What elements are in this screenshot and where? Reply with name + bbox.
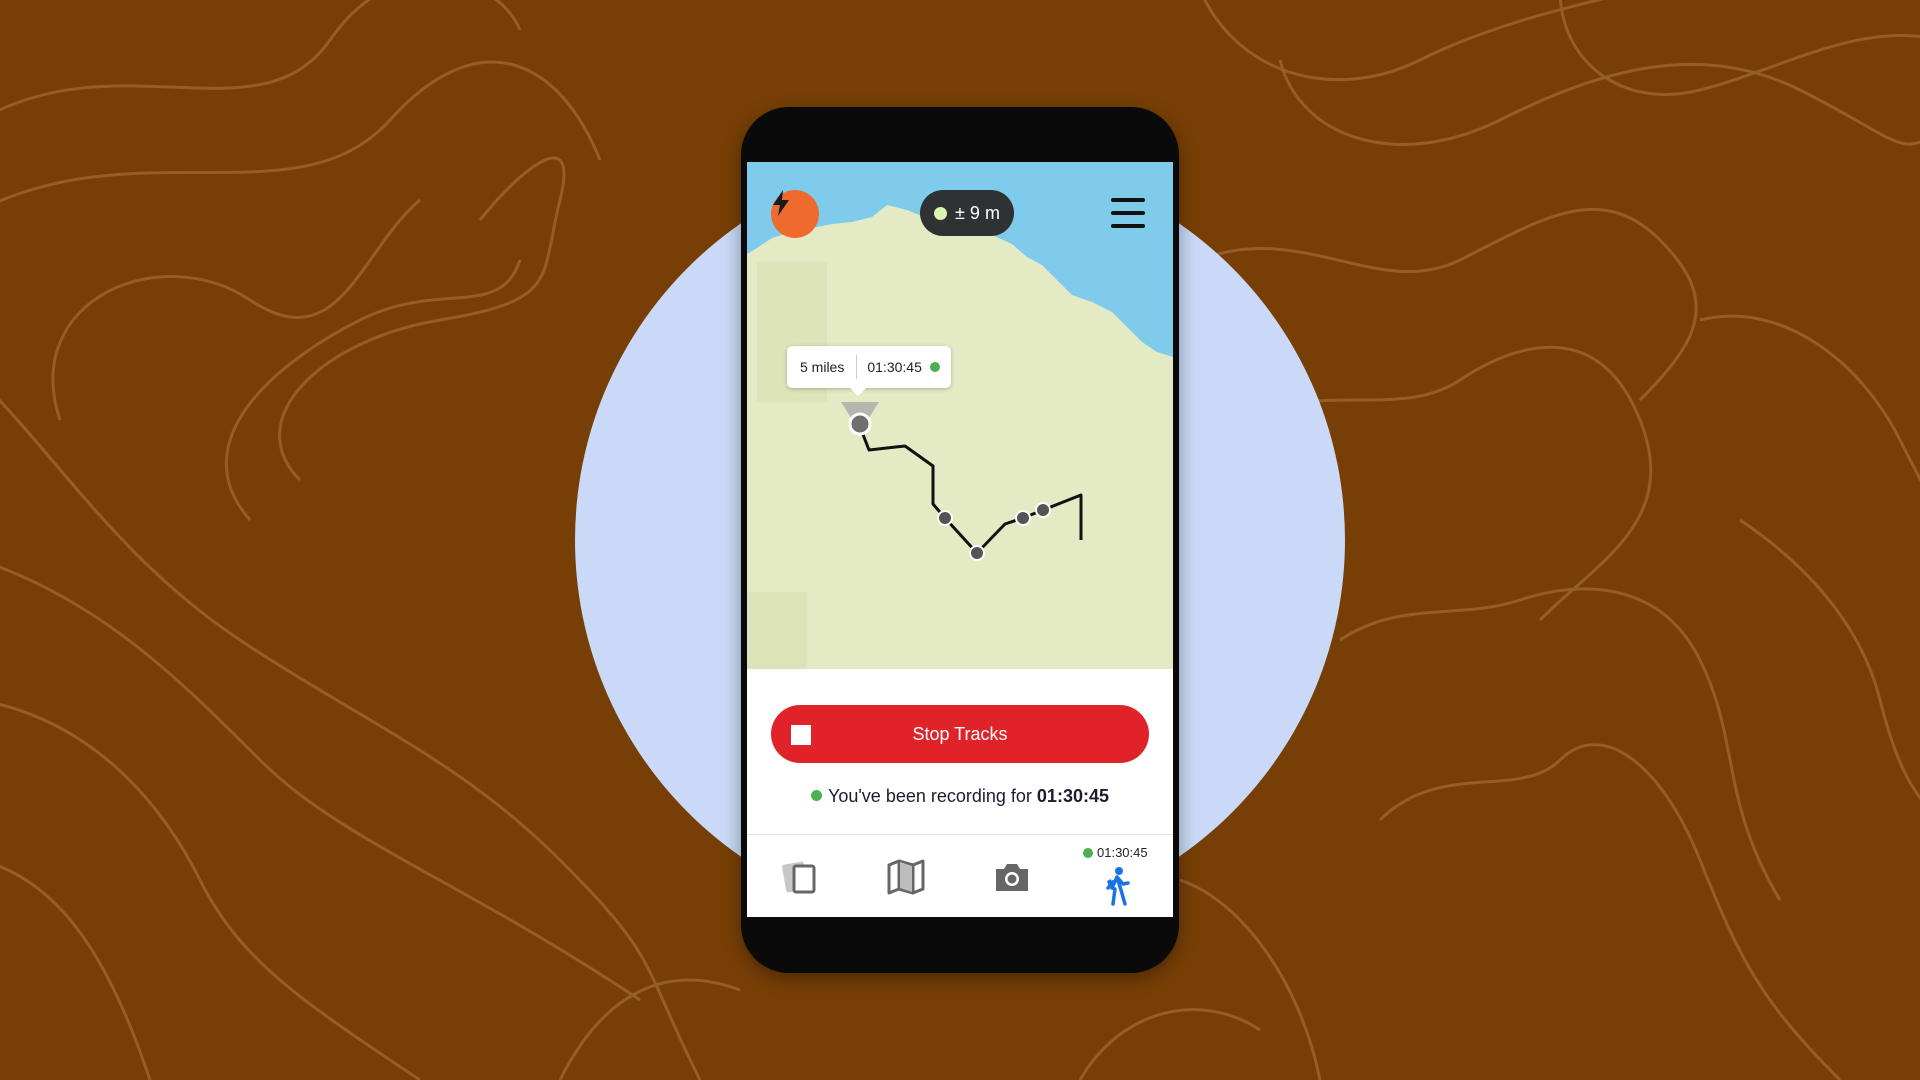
lightning-bolt-icon: [773, 190, 789, 216]
track-point: [937, 510, 953, 526]
stop-tracks-button[interactable]: Stop Tracks: [771, 705, 1149, 763]
hamburger-menu-icon[interactable]: [1111, 198, 1145, 228]
tab-maps[interactable]: [853, 835, 959, 917]
tab-cards[interactable]: [747, 835, 853, 917]
bolt-button[interactable]: [771, 190, 819, 238]
track-timer-dot: [1083, 847, 1093, 858]
track-timer-text: 01:30:45: [1097, 845, 1148, 860]
recorded-track-line: [857, 423, 1083, 555]
map-icon: [887, 859, 925, 894]
tooltip-distance: 5 miles: [787, 355, 858, 379]
recording-dot: [811, 790, 822, 801]
bottom-nav: 01:30:45: [747, 834, 1173, 917]
tooltip-status-dot: [929, 362, 940, 372]
stop-icon: [791, 725, 811, 745]
hiker-icon: [1106, 866, 1130, 906]
recording-time: 01:30:45: [1036, 786, 1109, 806]
cards-icon: [782, 861, 816, 893]
gps-status-dot: [934, 206, 948, 220]
tooltip-time: 01:30:45: [867, 359, 922, 375]
phone-frame: ± 9 m 5 miles 01:30:45 Stop Tracks You'v…: [741, 107, 1179, 973]
app-screen: ± 9 m 5 miles 01:30:45 Stop Tracks You'v…: [747, 162, 1173, 917]
map-canvas: [747, 162, 1173, 669]
track-tooltip[interactable]: 5 miles 01:30:45: [787, 346, 951, 396]
track-point: [969, 545, 985, 561]
recording-status: You've been recording for 01:30:45: [747, 786, 1173, 807]
map-view[interactable]: ± 9 m 5 miles 01:30:45: [747, 162, 1173, 669]
gps-accuracy-pill[interactable]: ± 9 m: [920, 190, 1014, 236]
tab-photos[interactable]: [959, 835, 1065, 917]
track-point: [1035, 502, 1051, 518]
track-timer: 01:30:45: [1083, 845, 1148, 860]
gps-accuracy-text: ± 9 m: [955, 202, 1000, 223]
terrain-shade: [747, 592, 807, 669]
stop-tracks-label: Stop Tracks: [912, 723, 1008, 744]
camera-icon: [996, 863, 1028, 891]
track-point: [1015, 510, 1031, 526]
track-start-marker: [848, 412, 872, 436]
recording-prefix: You've been recording for: [828, 786, 1037, 806]
